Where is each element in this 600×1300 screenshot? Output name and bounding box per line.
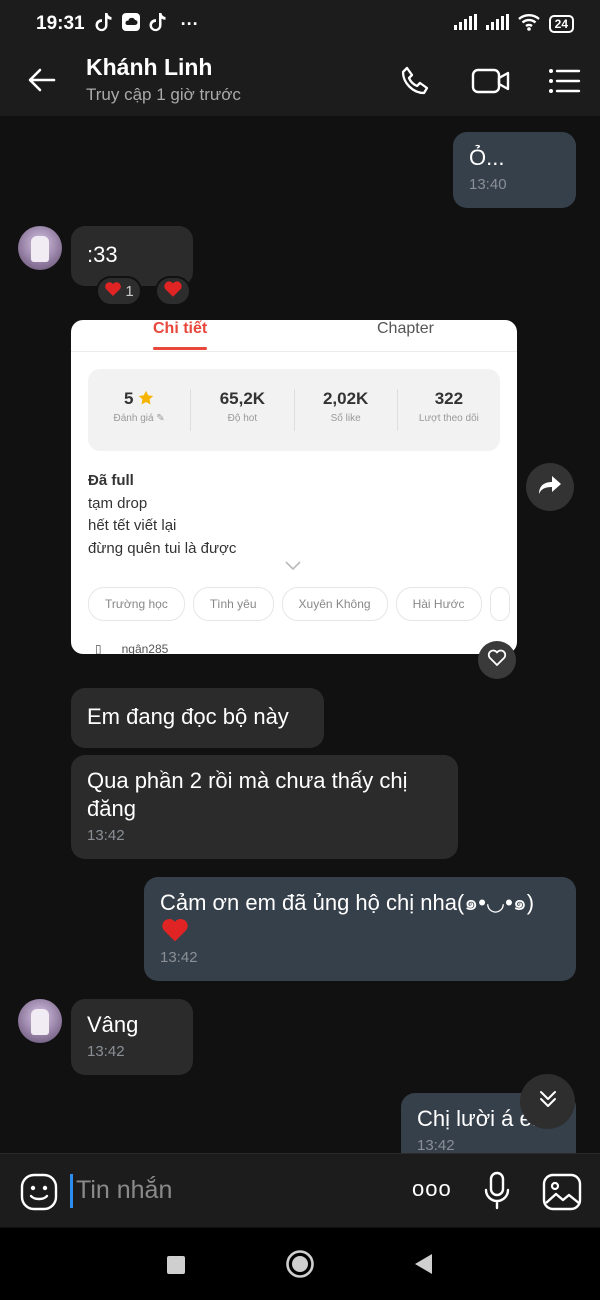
last-seen-status: Truy cập 1 giờ trước [86, 85, 241, 104]
double-chevron-down-icon [537, 1088, 559, 1115]
reaction-count: 1 [125, 282, 134, 300]
avatar[interactable] [18, 999, 62, 1043]
reaction-count-badge[interactable]: 1 [96, 276, 142, 306]
back-arrow-icon[interactable] [26, 64, 58, 101]
genre-tag: Tình yêu [192, 587, 274, 621]
text-cursor [70, 1174, 73, 1208]
menu-icon[interactable] [547, 64, 581, 103]
contact-name: Khánh Linh [86, 54, 213, 80]
my-reaction-button[interactable] [155, 276, 191, 306]
microphone-icon[interactable] [484, 1171, 510, 1216]
heart-icon [160, 917, 560, 945]
status-right-icons: 24 [453, 13, 574, 36]
message-bubble-incoming[interactable]: Em đang đọc bộ này [71, 688, 324, 748]
more-options-icon[interactable]: ooo [412, 1176, 452, 1202]
image-icon[interactable] [542, 1173, 582, 1216]
react-button[interactable] [478, 641, 516, 679]
tab-details: Chi tiết [153, 320, 208, 350]
share-arrow-icon [538, 474, 562, 501]
emoji-icon[interactable] [20, 1173, 58, 1216]
shared-image-message[interactable]: Chi tiết Chapter 5 Đánh giá ✎ 65,2K Độ h… [71, 320, 517, 654]
message-bubble-incoming[interactable]: Vâng 13:42 [71, 999, 193, 1075]
message-clip: Chị lười á e... 13:42 [0, 1093, 600, 1153]
genre-tag: Xuyên Không [281, 587, 388, 621]
wifi-icon [517, 13, 541, 36]
message-text: Vâng [87, 1012, 139, 1037]
message-bubble-outgoing[interactable]: Cảm ơn em đã ủng hộ chị nha(๑•◡•๑) 13:42 [144, 877, 576, 981]
signal-icon [485, 13, 509, 35]
signal-icon [453, 13, 477, 35]
heart-outline-icon [487, 649, 507, 672]
back-triangle-icon[interactable] [413, 1253, 433, 1280]
heart-icon [104, 281, 122, 301]
author-name: ngân285 [121, 642, 169, 654]
card-tabs: Chi tiết Chapter [71, 320, 517, 352]
stat-followers: 322 Lượt theo dõi [418, 389, 479, 424]
scroll-to-bottom-button[interactable] [520, 1074, 575, 1129]
story-description: Đã full tạm drop hết tết viết lại đừng q… [88, 470, 236, 560]
story-status: Đã full [88, 472, 134, 489]
recent-apps-icon[interactable] [166, 1255, 186, 1280]
heart-icon [163, 280, 183, 302]
message-composer: Tin nhắn ooo [0, 1153, 600, 1227]
video-camera-icon[interactable] [471, 64, 511, 103]
message-time: 13:42 [160, 949, 198, 966]
share-button[interactable] [526, 463, 574, 511]
cloud-app-icon [121, 12, 141, 37]
description-line: đừng quên tui là được [88, 539, 237, 557]
story-stats: 5 Đánh giá ✎ 65,2K Độ hot 2,02K Số like … [88, 369, 500, 451]
genre-tag: Trường học [88, 587, 185, 621]
message-text: :33 [87, 242, 118, 267]
message-text: Ỏ... [469, 145, 505, 170]
avatar[interactable] [18, 226, 62, 270]
message-input[interactable]: Tin nhắn [76, 1176, 172, 1205]
tab-chapter: Chapter [377, 320, 434, 337]
message-time: 13:40 [469, 176, 507, 193]
system-navigation-bar [0, 1228, 600, 1300]
message-text: Cảm ơn em đã ủng hộ chị nha(๑•◡•๑) [160, 890, 535, 915]
home-icon[interactable] [285, 1249, 315, 1284]
author-row: ▯ ngân285 [95, 642, 168, 654]
genre-tags: Trường học Tình yêu Xuyên Không Hài Hước [88, 587, 510, 621]
tiktok-icon [95, 12, 113, 37]
message-bubble-outgoing[interactable]: Ỏ... 13:40 [453, 132, 576, 208]
message-bubble-incoming[interactable]: Qua phần 2 rồi mà chưa thấy chị đăng 13:… [71, 755, 458, 859]
star-icon [138, 389, 154, 408]
status-bar: 19:31 ··· 24 [0, 0, 600, 48]
description-line: tạm drop [88, 494, 148, 512]
pencil-icon: ✎ [156, 413, 165, 424]
battery-indicator: 24 [548, 15, 574, 33]
description-line: hết tết viết lại [88, 517, 177, 534]
status-notification-icons: ··· [95, 12, 199, 37]
status-time: 19:31 [36, 13, 85, 34]
genre-tag [489, 587, 510, 621]
status-overflow: ··· [180, 13, 199, 34]
message-time: 13:42 [417, 1137, 455, 1153]
stat-rating: 5 Đánh giá ✎ [88, 389, 192, 431]
chevron-down-icon [285, 558, 301, 576]
message-text: Em đang đọc bộ này [87, 704, 289, 729]
phone-icon[interactable] [398, 64, 432, 103]
author-avatar-icon: ▯ [95, 642, 102, 654]
message-text: Qua phần 2 rồi mà chưa thấy chị đăng [87, 768, 408, 821]
message-time: 13:42 [87, 1043, 125, 1060]
contact-info[interactable]: Khánh Linh Truy cập 1 giờ trước [86, 54, 241, 105]
chat-header: Khánh Linh Truy cập 1 giờ trước [0, 48, 600, 116]
stat-likes: 2,02K Số like [295, 389, 398, 431]
genre-tag: Hài Hước [395, 587, 482, 621]
message-time: 13:42 [87, 827, 125, 844]
tab-divider [71, 351, 517, 352]
tiktok-icon [149, 12, 167, 37]
stat-hot: 65,2K Độ hot [191, 389, 295, 431]
